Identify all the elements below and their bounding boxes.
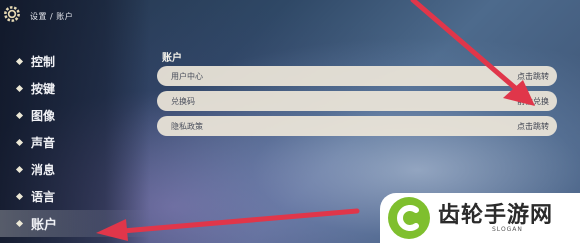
diamond-bullet-icon <box>15 192 24 201</box>
sidebar-item-label: 消息 <box>31 163 56 177</box>
diamond-bullet-icon <box>15 138 24 147</box>
diamond-bullet-icon <box>15 111 24 120</box>
row-action[interactable]: 点击跳转 <box>517 121 549 132</box>
site-watermark-logo: 齿轮手游网 SLOGAN <box>380 193 580 243</box>
diamond-bullet-icon <box>15 165 24 174</box>
sidebar-item-audio[interactable]: 声音 <box>0 129 150 156</box>
sidebar-item-label: 语言 <box>31 190 56 204</box>
sidebar-item-keybinds[interactable]: 按键 <box>0 75 150 102</box>
annotation-arrow-icon <box>410 0 535 106</box>
breadcrumb: 设置 / 账户 <box>30 12 74 21</box>
sidebar-item-label: 账户 <box>31 218 58 233</box>
section-title: 账户 <box>162 53 182 64</box>
annotation-arrow-icon <box>96 208 360 241</box>
gear-icon[interactable] <box>2 4 22 24</box>
brand-name: 齿轮手游网 <box>438 203 554 228</box>
diamond-bullet-icon <box>15 57 24 66</box>
row-label: 隐私政策 <box>171 121 203 131</box>
row-label: 兑换码 <box>171 96 195 106</box>
row-label: 用户中心 <box>171 71 203 81</box>
sidebar-item-label: 声音 <box>31 136 56 150</box>
sidebar-item-messages[interactable]: 消息 <box>0 156 150 183</box>
diamond-bullet-icon <box>15 219 24 228</box>
sidebar-item-control[interactable]: 控制 <box>0 48 150 75</box>
brand-slogan: SLOGAN <box>492 226 523 233</box>
diamond-bullet-icon <box>15 84 24 93</box>
brand-badge-icon <box>388 197 430 239</box>
sidebar-item-label: 控制 <box>31 55 56 69</box>
sidebar-item-graphics[interactable]: 图像 <box>0 102 150 129</box>
c-letter-icon <box>397 205 419 231</box>
sidebar-item-label: 图像 <box>31 109 56 123</box>
sidebar-item-label: 按键 <box>31 82 56 96</box>
